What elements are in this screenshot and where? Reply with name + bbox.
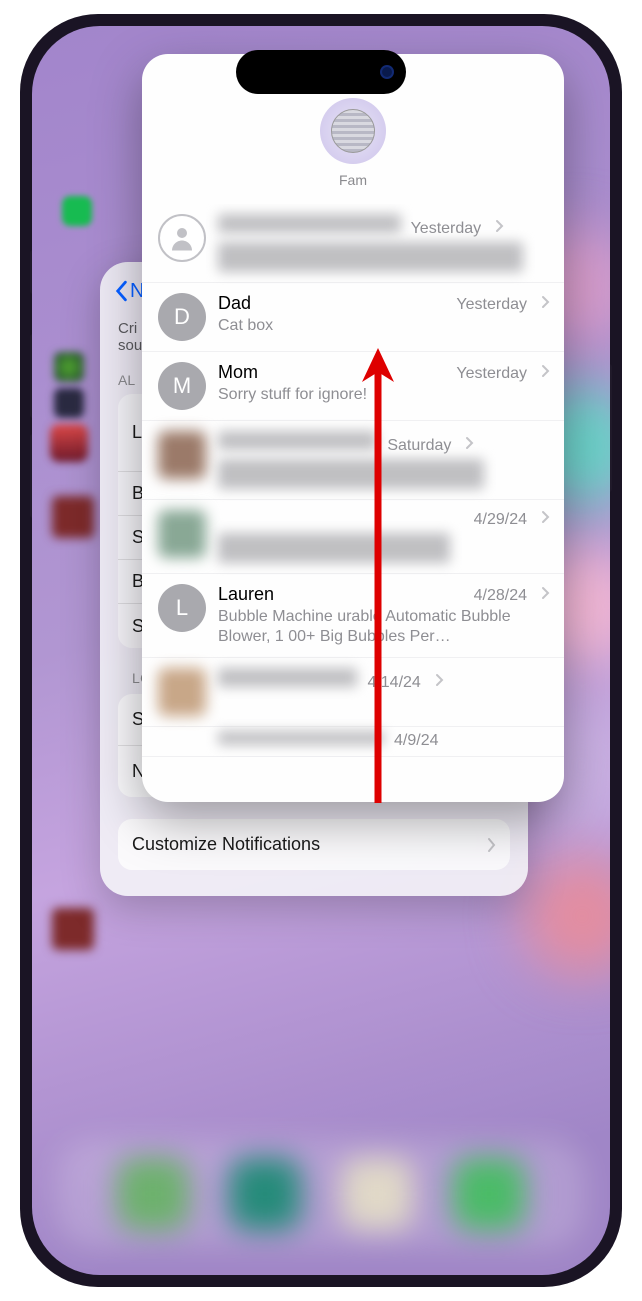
contact-avatar: D <box>158 293 206 341</box>
app-icon-blur <box>62 196 92 226</box>
app-icon-blur <box>54 388 84 418</box>
chevron-right-icon <box>495 219 504 233</box>
conversation-preview: Sorry stuff for ignore! <box>218 385 550 405</box>
conversation-time: Yesterday <box>411 220 482 238</box>
contact-avatar <box>158 668 206 716</box>
chevron-right-icon <box>541 295 550 309</box>
conversation-row[interactable]: 4/9/24 <box>142 727 564 757</box>
left-album-covers <box>52 496 98 950</box>
dock-app-icon <box>229 1158 301 1230</box>
camera-lens <box>380 65 394 79</box>
redacted-preview <box>218 533 450 563</box>
row-title: Customize Notifications <box>132 834 320 855</box>
dock-app-icon <box>453 1158 525 1230</box>
conversation-list[interactable]: Yesterday D Dad Yesterday <box>142 204 564 802</box>
redacted-name <box>218 431 377 450</box>
redacted-name <box>218 731 384 745</box>
app-icon-blur <box>54 352 84 382</box>
redacted-preview <box>218 459 484 489</box>
conversation-row[interactable]: 4/14/24 <box>142 658 564 727</box>
conversation-name: Dad <box>218 293 446 314</box>
conversation-time: Saturday <box>387 437 451 455</box>
conversation-row[interactable]: M Mom Yesterday Sorry stuff for ignore! <box>142 352 564 421</box>
customize-group: Customize Notifications <box>118 819 510 870</box>
chevron-left-icon <box>114 280 128 302</box>
dynamic-island <box>236 50 406 94</box>
person-icon <box>167 223 197 253</box>
group-name: Fam <box>339 172 367 188</box>
chevron-right-icon <box>465 436 474 450</box>
dock <box>56 1139 586 1249</box>
messages-app-card[interactable]: Fam Yesterday <box>142 54 564 802</box>
app-icon-blur <box>50 424 88 462</box>
conversation-time: Yesterday <box>456 296 527 314</box>
conversation-name: Lauren <box>218 584 464 605</box>
conversation-time: Yesterday <box>456 365 527 383</box>
contact-avatar <box>158 214 206 262</box>
contact-avatar <box>158 510 206 558</box>
phone-frame: No Cri sou AL Lo Ba So Ba Sho LOCK SCREE… <box>20 14 622 1287</box>
conversation-time: 4/9/24 <box>394 732 438 750</box>
conversation-time: 4/28/24 <box>474 587 527 605</box>
redacted-name <box>218 214 401 233</box>
group-avatar[interactable] <box>320 98 386 164</box>
conversation-row[interactable]: L Lauren 4/28/24 Bubble Machine urable A… <box>142 574 564 658</box>
conversation-time: 4/14/24 <box>367 674 420 692</box>
conversation-preview: Bubble Machine urable Automatic Bubble B… <box>218 607 550 647</box>
customize-notifications-row[interactable]: Customize Notifications <box>118 819 510 870</box>
redacted-preview <box>218 242 523 272</box>
conversation-time: 4/29/24 <box>474 511 527 529</box>
contact-avatar <box>158 431 206 479</box>
chevron-right-icon <box>435 673 444 687</box>
chevron-right-icon <box>541 364 550 378</box>
home-icons-sliver <box>62 196 104 226</box>
contact-avatar: M <box>158 362 206 410</box>
redacted-name <box>218 668 357 687</box>
globe-icon <box>331 109 375 153</box>
conversation-row[interactable]: D Dad Yesterday Cat box <box>142 283 564 352</box>
dock-app-icon <box>117 1158 189 1230</box>
conversation-row[interactable]: Yesterday <box>142 204 564 283</box>
chevron-right-icon <box>541 510 550 524</box>
conversation-name: Mom <box>218 362 446 383</box>
dock-app-icon <box>341 1158 413 1230</box>
chevron-right-icon <box>487 837 496 853</box>
conversation-row[interactable]: Saturday <box>142 421 564 500</box>
contact-avatar: L <box>158 584 206 632</box>
conversation-row[interactable]: 4/29/24 <box>142 500 564 574</box>
conversation-preview: Cat box <box>218 316 550 336</box>
chevron-right-icon <box>541 586 550 600</box>
